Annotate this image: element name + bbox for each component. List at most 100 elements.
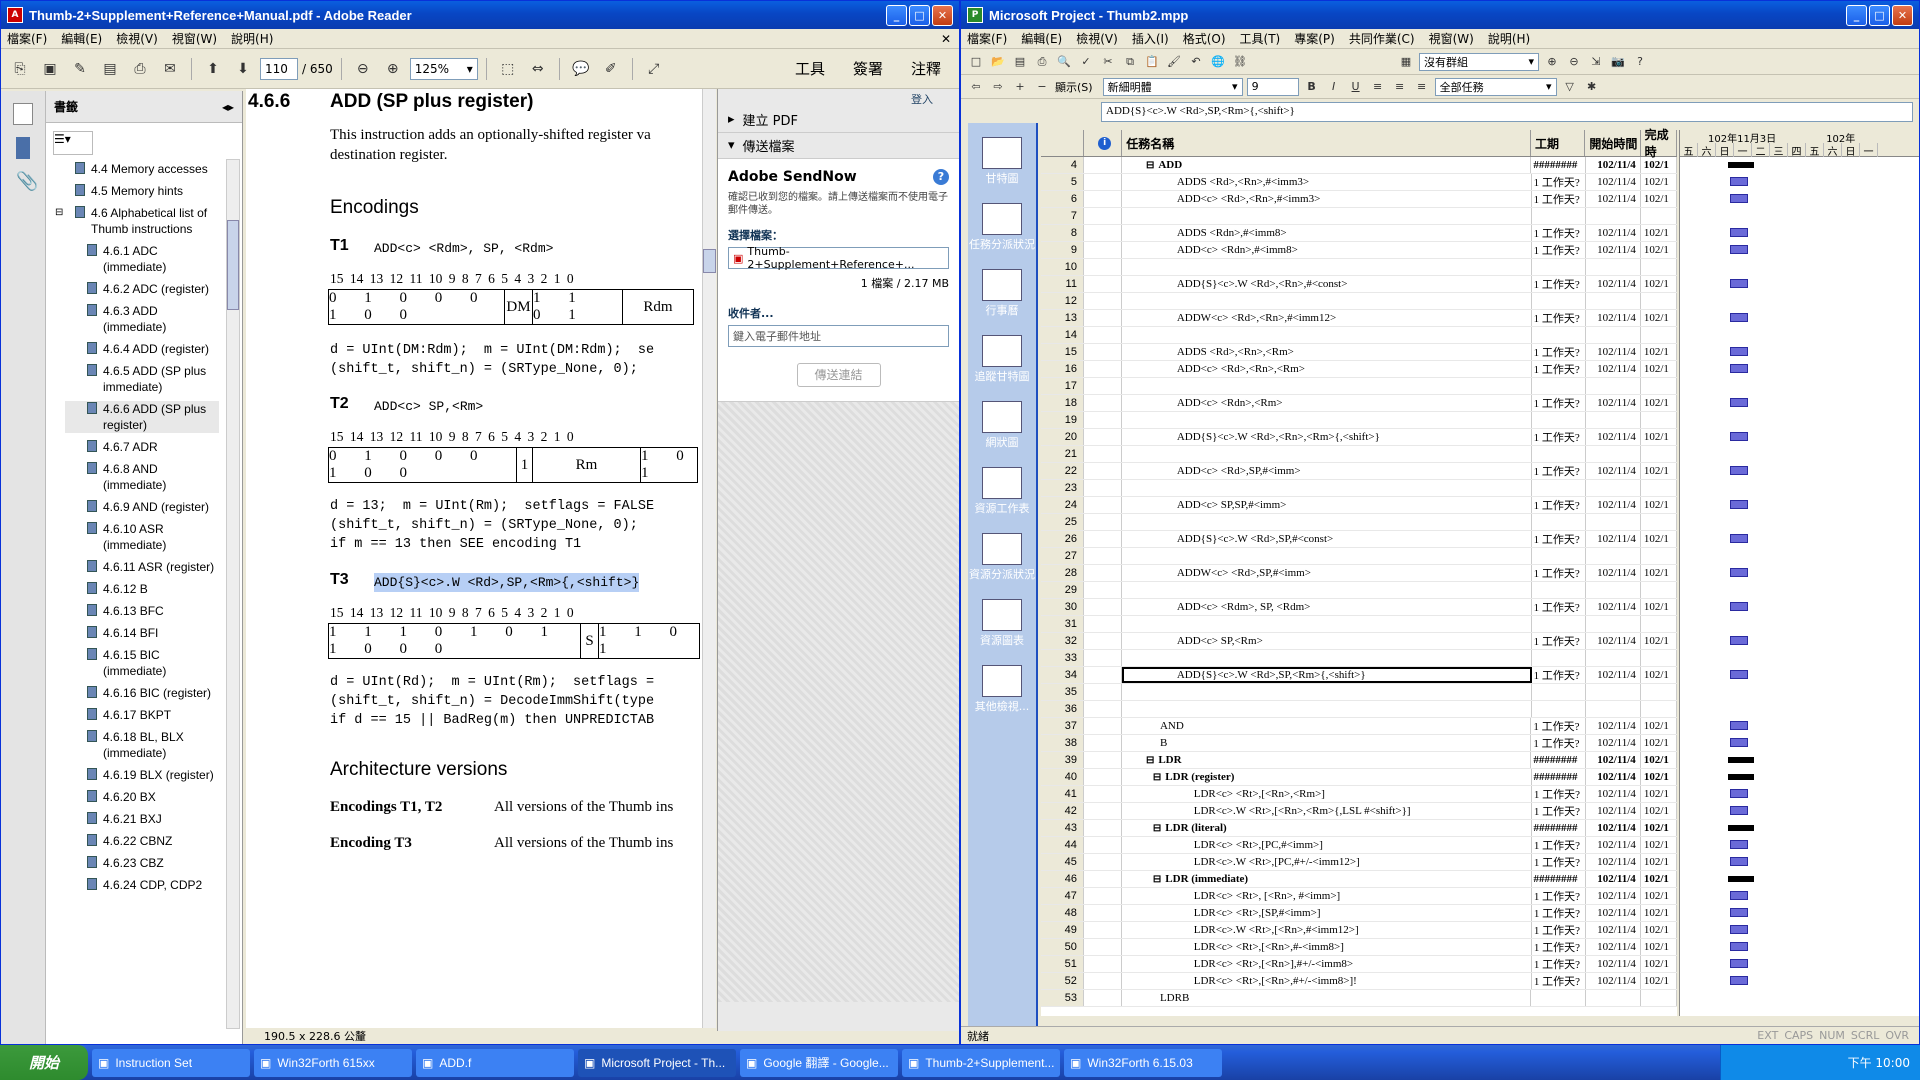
highlight-icon[interactable]: ✐ xyxy=(598,56,624,82)
task-name-cell[interactable] xyxy=(1122,412,1532,428)
zoom-in-icon[interactable]: ⊕ xyxy=(380,56,406,82)
task-name-cell[interactable] xyxy=(1122,208,1532,224)
project-menu-item[interactable]: 說明(H) xyxy=(1488,30,1530,47)
finish-cell[interactable]: 102/1 xyxy=(1641,463,1677,479)
gantt-task-bar[interactable] xyxy=(1730,245,1748,254)
start-cell[interactable]: 102/11/4 xyxy=(1586,837,1641,853)
start-cell[interactable] xyxy=(1586,990,1641,1006)
taskbar-task[interactable]: ▣ Thumb-2+Supplement... xyxy=(902,1048,1060,1077)
start-cell[interactable]: 102/11/4 xyxy=(1586,599,1641,615)
table-row[interactable]: 39 ⊟ LDR ######## 102/11/4 102/1 xyxy=(1041,752,1677,769)
table-row[interactable]: 41 LDR<c> <Rt>,[<Rn>,<Rm>] 1 工作天? 102/11/4 1… xyxy=(1041,786,1677,803)
gantt-task-bar[interactable] xyxy=(1730,942,1748,951)
table-row[interactable]: 38 B 1 工作天? 102/11/4 102/1 xyxy=(1041,735,1677,752)
task-name-cell[interactable]: ADD{S}<c>.W <Rd>,<Rn>,<Rm>{,<shift>} xyxy=(1122,429,1532,445)
view-item[interactable]: 行事曆 xyxy=(968,269,1036,317)
task-name-cell[interactable] xyxy=(1122,514,1532,530)
zoom-select[interactable]: 125% ▾ xyxy=(409,57,478,80)
attachment-icon[interactable]: 📎 xyxy=(16,171,38,193)
table-row[interactable]: 8 ADDS <Rdn>,#<imm8> 1 工作天? 102/11/4 102/1 xyxy=(1041,225,1677,242)
duration-cell[interactable]: 1 工作天? xyxy=(1532,225,1586,241)
gantt-task-bar[interactable] xyxy=(1730,177,1748,186)
start-cell[interactable]: 102/11/4 xyxy=(1586,463,1641,479)
table-row[interactable]: 40 ⊟ LDR (register) ######## 102/11/4 102/1 xyxy=(1041,769,1677,786)
bookmark-item[interactable]: 4.6.8 AND (immediate) xyxy=(65,461,219,493)
pages-icon[interactable] xyxy=(13,103,33,125)
taskbar-task[interactable]: ▣ Microsoft Project - Th... xyxy=(578,1048,736,1077)
entry-bar[interactable]: ADD{S}<c>.W <Rd>,SP,<Rm>{,<shift>} xyxy=(1101,102,1913,122)
task-name-cell[interactable]: ADDS <Rd>,<Rn>,<Rm> xyxy=(1122,344,1532,360)
finish-cell[interactable] xyxy=(1641,701,1677,717)
tab-comment[interactable]: 注釋 xyxy=(911,58,941,79)
table-row[interactable]: 9 ADD<c> <Rdn>,#<imm8> 1 工作天? 102/11/4 102/1 xyxy=(1041,242,1677,259)
tab-sign[interactable]: 簽署 xyxy=(853,58,883,79)
task-name-cell[interactable]: LDR<c> <Rt>,[<Rn>,#-<imm8>] xyxy=(1122,939,1532,955)
start-cell[interactable]: 102/11/4 xyxy=(1586,667,1641,683)
duration-cell[interactable]: 1 工作天? xyxy=(1532,667,1586,683)
table-row[interactable]: 34 ADD{S}<c>.W <Rd>,SP,<Rm>{,<shift>} 1 工作… xyxy=(1041,667,1677,684)
finish-cell[interactable]: 102/1 xyxy=(1641,888,1677,904)
start-cell[interactable]: 102/11/4 xyxy=(1586,820,1641,836)
table-row[interactable]: 53 LDRB xyxy=(1041,990,1677,1007)
task-name-cell[interactable]: LDR<c> <Rt>,[SP,#<imm>] xyxy=(1122,905,1532,921)
task-name-cell[interactable]: ⊟ LDR (literal) xyxy=(1122,820,1532,836)
duration-cell[interactable]: 1 工作天? xyxy=(1532,174,1586,190)
task-name-cell[interactable] xyxy=(1122,548,1532,564)
copy-picture-icon[interactable]: 📷 xyxy=(1609,53,1627,71)
finish-cell[interactable]: 102/1 xyxy=(1641,497,1677,513)
tab-tools[interactable]: 工具 xyxy=(795,58,825,79)
duration-cell[interactable] xyxy=(1532,548,1586,564)
tools-icon[interactable]: ✱ xyxy=(1583,78,1601,96)
view-item[interactable]: 追蹤甘特圖 xyxy=(968,335,1036,383)
gantt-task-bar[interactable] xyxy=(1730,279,1748,288)
show-menu[interactable]: 顯示(S) xyxy=(1055,79,1093,95)
finish-cell[interactable]: 102/1 xyxy=(1641,599,1677,615)
view-item[interactable]: 資源工作表 xyxy=(968,467,1036,515)
task-name-cell[interactable] xyxy=(1122,446,1532,462)
adobe-titlebar[interactable]: A Thumb-2+Supplement+Reference+Manual.pd… xyxy=(1,1,959,29)
format-painter-icon[interactable]: 🖌 xyxy=(1165,53,1183,71)
zoom-out-icon[interactable]: ⊖ xyxy=(350,56,376,82)
close-button[interactable]: ✕ xyxy=(1892,4,1913,26)
table-row[interactable]: 20 ADD{S}<c>.W <Rd>,<Rn>,<Rm>{,<shift>} 1 … xyxy=(1041,429,1677,446)
duration-cell[interactable]: 1 工作天? xyxy=(1532,888,1586,904)
bookmark-item[interactable]: 4.6.22 CBNZ xyxy=(65,833,219,849)
gantt-task-bar[interactable] xyxy=(1730,789,1748,798)
start-cell[interactable]: 102/11/4 xyxy=(1586,497,1641,513)
task-name-cell[interactable]: AND xyxy=(1122,718,1532,734)
finish-cell[interactable]: 102/1 xyxy=(1641,174,1677,190)
task-name-cell[interactable]: ADDS <Rdn>,#<imm8> xyxy=(1122,225,1532,241)
finish-cell[interactable] xyxy=(1641,514,1677,530)
bookmark-item[interactable]: 4.6.10 ASR (immediate) xyxy=(65,521,219,553)
font-select[interactable]: 新細明體 ▾ xyxy=(1102,77,1243,96)
goto-task-icon[interactable]: ⇲ xyxy=(1587,53,1605,71)
finish-cell[interactable] xyxy=(1641,259,1677,275)
bookmark-item[interactable]: 4.6.3 ADD (immediate) xyxy=(65,303,219,335)
finish-cell[interactable]: 102/1 xyxy=(1641,157,1677,173)
font-size-select[interactable]: 9 xyxy=(1246,77,1299,96)
task-name-cell[interactable]: LDR<c>.W <Rt>,[PC,#+/-<imm12>] xyxy=(1122,854,1532,870)
table-row[interactable]: 35 xyxy=(1041,684,1677,701)
duration-cell[interactable]: 1 工作天? xyxy=(1532,803,1586,819)
gantt-task-bar[interactable] xyxy=(1730,364,1748,373)
finish-cell[interactable]: 102/1 xyxy=(1641,565,1677,581)
group-select[interactable]: 沒有群組 ▾ xyxy=(1419,52,1539,71)
view-item[interactable]: 資源分派狀況 xyxy=(968,533,1036,581)
duration-cell[interactable]: 1 工作天? xyxy=(1532,565,1586,581)
expand-icon[interactable]: ⤢ xyxy=(641,56,667,82)
collapse-icon[interactable]: ◂▸ xyxy=(222,100,234,114)
task-name-cell[interactable]: ADD<c> <Rd>,<Rn>,#<imm3> xyxy=(1122,191,1532,207)
web-icon[interactable]: 🌐 xyxy=(1209,53,1227,71)
finish-cell[interactable] xyxy=(1641,684,1677,700)
start-cell[interactable] xyxy=(1586,616,1641,632)
project-menu-item[interactable]: 檢視(V) xyxy=(1076,30,1118,47)
start-cell[interactable]: 102/11/4 xyxy=(1586,769,1641,785)
open-icon[interactable]: 📂 xyxy=(989,53,1007,71)
finish-cell[interactable] xyxy=(1641,650,1677,666)
start-cell[interactable]: 102/11/4 xyxy=(1586,242,1641,258)
table-row[interactable]: 33 xyxy=(1041,650,1677,667)
start-cell[interactable]: 102/11/4 xyxy=(1586,888,1641,904)
start-cell[interactable]: 102/11/4 xyxy=(1586,361,1641,377)
tree-toggle-icon[interactable]: ⊟ xyxy=(55,205,63,221)
duration-cell[interactable]: 1 工作天? xyxy=(1532,956,1586,972)
